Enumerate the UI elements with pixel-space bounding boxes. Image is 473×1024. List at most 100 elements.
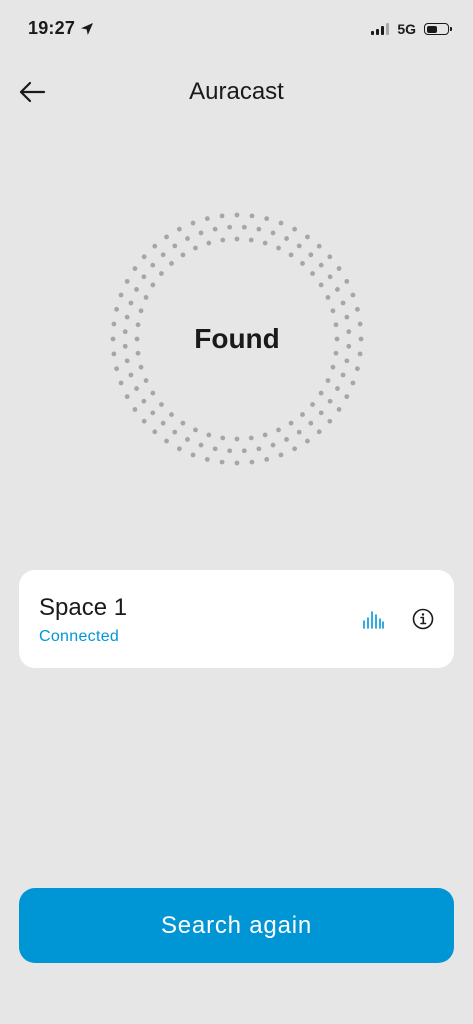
scan-dot bbox=[141, 398, 147, 404]
scan-dot bbox=[256, 226, 262, 232]
scan-dot bbox=[350, 292, 356, 298]
scan-dot bbox=[292, 446, 298, 452]
search-again-button[interactable]: Search again bbox=[19, 888, 454, 963]
scan-dot bbox=[212, 226, 218, 232]
scan-dot bbox=[340, 372, 346, 378]
scan-dot bbox=[128, 300, 134, 306]
scan-dot bbox=[330, 308, 336, 314]
scan-dot bbox=[172, 429, 178, 435]
header: Auracast bbox=[0, 66, 473, 118]
scan-dot bbox=[288, 420, 294, 426]
scan-dot bbox=[336, 266, 342, 271]
scan-dot bbox=[206, 432, 212, 438]
scan-dot bbox=[234, 436, 240, 442]
scan-dot bbox=[310, 271, 315, 276]
scan-dot bbox=[141, 254, 147, 260]
scan-dot bbox=[344, 358, 350, 364]
scan-dot bbox=[169, 412, 174, 417]
device-status: Connected bbox=[39, 628, 120, 645]
scan-dot bbox=[193, 245, 198, 251]
scan-dot bbox=[143, 295, 149, 300]
signal-icon bbox=[371, 23, 390, 35]
scan-dot bbox=[308, 420, 314, 426]
scanner-status: Found bbox=[194, 323, 280, 354]
scan-dot bbox=[234, 460, 240, 466]
info-button[interactable] bbox=[408, 604, 438, 634]
scan-dot bbox=[234, 212, 240, 218]
scan-dot bbox=[134, 287, 139, 292]
scan-dot bbox=[344, 394, 350, 400]
device-card[interactable]: Space 1 Connected bbox=[19, 570, 454, 668]
scanner-indicator: Found bbox=[106, 208, 368, 470]
scan-dot bbox=[270, 442, 276, 448]
scan-dot bbox=[340, 300, 346, 306]
scan-dot bbox=[138, 364, 144, 370]
status-indicators: 5G bbox=[371, 21, 452, 37]
scan-dot bbox=[176, 446, 182, 452]
scan-dot bbox=[327, 274, 333, 280]
scan-dot bbox=[292, 226, 298, 232]
scan-dot bbox=[152, 243, 158, 249]
scan-dot bbox=[308, 252, 314, 258]
location-arrow-icon bbox=[81, 22, 94, 35]
scan-dot bbox=[325, 295, 331, 300]
scan-dot bbox=[164, 234, 169, 240]
scan-dot bbox=[185, 236, 190, 241]
scan-dot bbox=[305, 234, 310, 240]
scan-dot bbox=[150, 282, 156, 288]
scan-dot bbox=[335, 386, 340, 391]
scan-dot bbox=[124, 394, 130, 400]
network-label: 5G bbox=[397, 21, 416, 37]
scan-dot bbox=[300, 412, 305, 417]
scan-dot bbox=[227, 224, 233, 230]
scan-dot bbox=[262, 240, 268, 246]
scan-dot bbox=[172, 243, 178, 249]
scan-dot bbox=[296, 243, 302, 249]
scan-dot bbox=[284, 437, 289, 442]
scan-dot bbox=[185, 437, 190, 442]
scan-dot bbox=[160, 252, 166, 258]
status-bar: 19:27 5G bbox=[0, 0, 473, 60]
scan-dot bbox=[159, 402, 164, 407]
scan-dot bbox=[124, 314, 130, 320]
scan-dot bbox=[300, 261, 305, 266]
scan-dot bbox=[241, 448, 247, 454]
scan-dot bbox=[180, 420, 186, 426]
scan-dot bbox=[193, 427, 198, 433]
scan-dot bbox=[310, 402, 315, 407]
scan-dot bbox=[234, 236, 240, 242]
scan-dot bbox=[114, 306, 119, 312]
scan-dot bbox=[118, 292, 124, 298]
scan-dot bbox=[318, 410, 324, 416]
scan-dot bbox=[206, 240, 212, 246]
scan-dot bbox=[264, 216, 270, 221]
scan-dot bbox=[249, 213, 255, 219]
scan-dot bbox=[159, 271, 164, 276]
scan-dot bbox=[270, 230, 276, 236]
scan-dot bbox=[288, 252, 294, 258]
scan-dot bbox=[325, 378, 331, 383]
scan-dot bbox=[169, 261, 174, 266]
scan-dot bbox=[134, 386, 139, 391]
scan-dot bbox=[316, 429, 322, 435]
scan-dot bbox=[284, 236, 289, 241]
scan-dot bbox=[152, 429, 158, 435]
scan-dot bbox=[327, 418, 333, 424]
scan-dot bbox=[276, 245, 281, 251]
scan-dot bbox=[204, 216, 210, 221]
device-name: Space 1 bbox=[39, 594, 128, 621]
scan-dot bbox=[327, 254, 333, 260]
scan-dot bbox=[330, 364, 336, 370]
scan-dot bbox=[278, 452, 284, 458]
scan-dot bbox=[296, 429, 302, 435]
scan-dot bbox=[212, 446, 218, 452]
scan-dot bbox=[164, 438, 169, 444]
scan-dot bbox=[264, 457, 270, 462]
scan-dot bbox=[344, 314, 350, 320]
scan-dot bbox=[355, 366, 360, 372]
scan-dot bbox=[318, 262, 324, 268]
audio-stream-icon bbox=[363, 611, 384, 629]
scan-dot bbox=[249, 459, 255, 465]
scan-dot bbox=[241, 224, 247, 230]
scan-dot bbox=[305, 438, 310, 444]
